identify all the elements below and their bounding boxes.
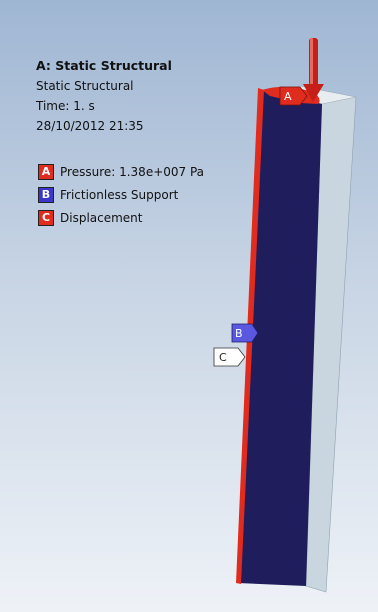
tag-a-label: A [284, 90, 292, 103]
tag-c-label: C [219, 351, 227, 364]
tag-c[interactable]: C [213, 347, 246, 367]
tag-b[interactable]: B [231, 323, 259, 343]
tag-b-label: B [235, 327, 243, 340]
model-scene[interactable]: A B C [0, 0, 378, 612]
graphics-viewport[interactable]: A: Static Structural Static Structural T… [0, 0, 378, 612]
